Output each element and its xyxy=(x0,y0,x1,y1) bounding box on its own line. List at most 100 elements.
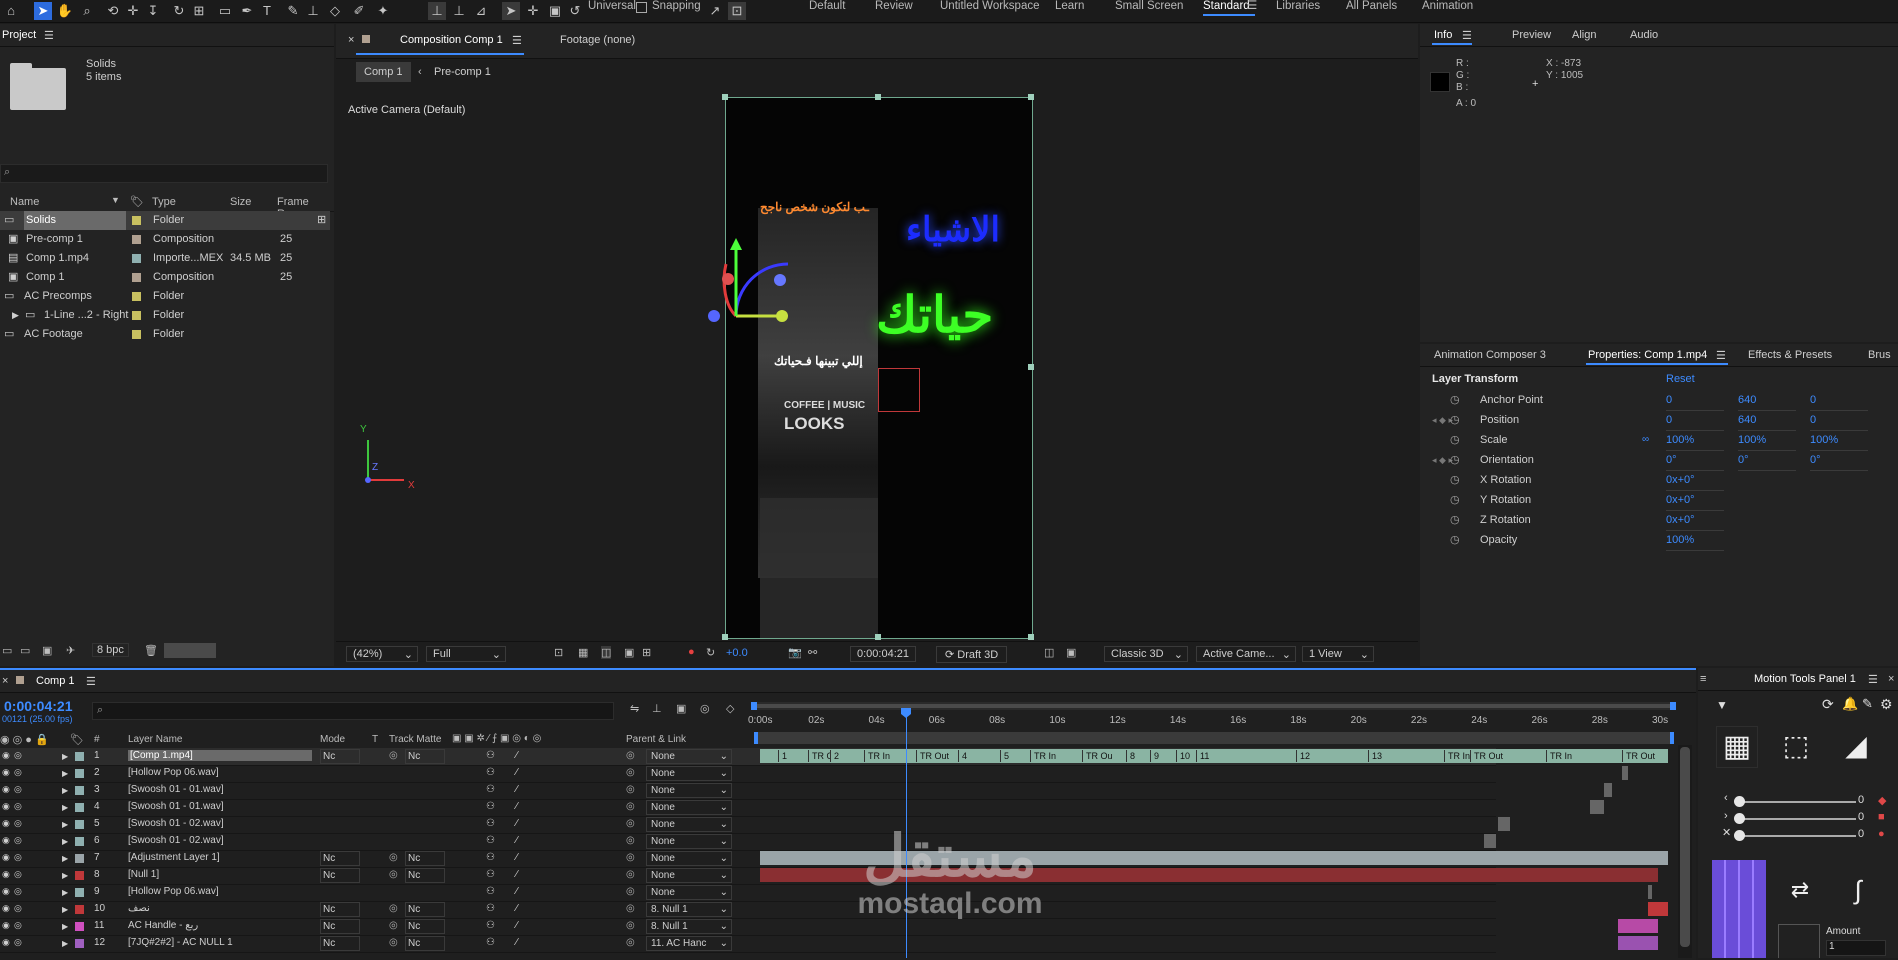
tab-preview[interactable]: Preview xyxy=(1512,29,1551,41)
circle-red-icon[interactable]: ● xyxy=(1878,828,1885,840)
video-visibility-icon[interactable]: ◉ xyxy=(2,937,10,948)
layer-label-swatch[interactable] xyxy=(75,820,84,829)
tab-audio[interactable]: Audio xyxy=(1630,29,1658,41)
project-menu-icon[interactable]: ☰ xyxy=(44,29,54,42)
layer-duration-bar[interactable] xyxy=(1648,885,1652,899)
layer-duration-bar[interactable] xyxy=(760,851,1668,865)
video-visibility-icon[interactable]: ◉ xyxy=(2,920,10,931)
audio-icon[interactable]: ◎ xyxy=(14,818,22,829)
col-track-matte[interactable]: Track Matte xyxy=(389,734,441,745)
parent-dropdown[interactable]: 8. Null 1 ⌄ xyxy=(646,902,732,917)
col-mode[interactable]: Mode xyxy=(320,734,345,745)
rotation-gizmo[interactable] xyxy=(686,238,826,354)
layer-label-swatch[interactable] xyxy=(75,922,84,931)
col-number[interactable]: # xyxy=(94,734,100,745)
puppet-tool-icon[interactable]: ✦ xyxy=(374,2,392,20)
tab-animation-composer[interactable]: Animation Composer 3 xyxy=(1434,349,1546,361)
close-tab-icon[interactable]: × xyxy=(2,675,8,687)
expand-arrow-icon[interactable]: ▶ xyxy=(62,871,68,880)
workspace-libraries[interactable]: Libraries xyxy=(1276,0,1320,12)
layer-marker[interactable]: 9 xyxy=(1150,750,1163,762)
snapshot-icon[interactable]: 📷 xyxy=(788,646,802,659)
project-item[interactable]: ▭ AC Precomps Folder xyxy=(0,287,330,306)
layer-marker[interactable]: TR Out xyxy=(1622,750,1659,762)
pick-whip-icon[interactable]: ◎ xyxy=(626,920,635,931)
table-row[interactable]: ◉ ◎ ▶ 2 [Hollow Pop 06.wav] ⚇ ∕ ◎ None ⌄ xyxy=(0,765,1628,783)
adjust-project-icon[interactable]: ✈ xyxy=(66,644,75,657)
layer-label-swatch[interactable] xyxy=(75,803,84,812)
col-name[interactable]: Name xyxy=(10,196,39,208)
layer-duration-bar[interactable] xyxy=(760,749,1668,763)
track-matte-icon[interactable]: ◎ xyxy=(389,920,398,931)
col-layer-name[interactable]: Layer Name xyxy=(128,734,182,745)
label-swatch[interactable] xyxy=(132,254,141,263)
comp-menu-icon[interactable]: ☰ xyxy=(512,34,522,47)
expand-arrow-icon[interactable]: ▶ xyxy=(62,769,68,778)
layer-marker[interactable]: TR Out xyxy=(916,750,953,762)
track-matte-icon[interactable]: ◎ xyxy=(389,869,398,880)
track-matte-icon[interactable]: ◎ xyxy=(389,852,398,863)
pick-whip-icon[interactable]: ◎ xyxy=(626,818,635,829)
label-column-icon[interactable]: 🏷 xyxy=(70,733,84,746)
slider-track[interactable] xyxy=(1738,818,1856,820)
chevron-left-icon[interactable]: ‹ xyxy=(1724,792,1728,804)
workspace-review[interactable]: Review xyxy=(875,0,913,12)
layer-duration-bar[interactable] xyxy=(1498,817,1510,831)
expand-arrow-icon[interactable]: ▶ xyxy=(12,306,19,325)
pick-whip-icon[interactable]: ◎ xyxy=(626,767,635,778)
audio-icon[interactable]: ◎ xyxy=(14,869,22,880)
project-item[interactable]: ▶ ▭ 1-Line ...2 - Right Folder xyxy=(0,306,330,325)
parent-dropdown[interactable]: None ⌄ xyxy=(646,834,732,849)
pan-tool-icon[interactable]: ✛ xyxy=(124,2,142,20)
hand-tool-icon[interactable]: ✋ xyxy=(56,2,74,20)
shy-icon[interactable]: ⚇ xyxy=(486,903,495,914)
layer-name[interactable]: [Swoosh 01 - 01.wav] xyxy=(128,784,224,795)
layer-marker[interactable]: 4 xyxy=(958,750,971,762)
layer-name[interactable]: [7JQ#2#2] - AC NULL 1 xyxy=(128,937,233,948)
interpret-footage-icon[interactable]: ▭ xyxy=(2,644,12,657)
layer-stack-icon[interactable] xyxy=(1778,924,1820,958)
motion-tools-title[interactable]: Motion Tools Panel 1 xyxy=(1754,673,1856,685)
guides-icon[interactable]: ▣ xyxy=(624,646,634,659)
orbit-tool-icon[interactable]: ⟲ xyxy=(104,2,122,20)
timeline-timecode[interactable]: 0:00:04:21 xyxy=(4,698,73,714)
axis-mode-label[interactable]: Universal xyxy=(588,0,636,12)
local-axis-icon[interactable]: ⊥ xyxy=(428,2,446,20)
link-layers-icon[interactable]: ⇄ xyxy=(1778,868,1822,912)
layer-name[interactable]: [Swoosh 01 - 02.wav] xyxy=(128,818,224,829)
quality-icon[interactable]: ∕ xyxy=(516,937,518,948)
table-row[interactable]: ◉ ◎ ▶ 11 AC Handle - ربع Nc ◎ Nc ⚇ ∕ ◎ 8. Null 1 ⌄ xyxy=(0,918,1658,936)
zoom-tool-icon[interactable]: ⌕ xyxy=(78,2,96,20)
tab-properties[interactable]: Properties: Comp 1.mp4 xyxy=(1588,349,1707,361)
label-swatch[interactable] xyxy=(132,292,141,301)
layer-label-swatch[interactable] xyxy=(75,871,84,880)
motion-tools-menu-icon[interactable]: ☰ xyxy=(1868,673,1878,686)
square-red-icon[interactable]: ■ xyxy=(1878,811,1885,823)
renderer-dropdown[interactable]: Classic 3D ⌄ xyxy=(1104,646,1188,662)
layer-name[interactable]: [Comp 1.mp4] xyxy=(128,750,312,761)
table-row[interactable]: ◉ ◎ ▶ 9 [Hollow Pop 06.wav] ⚇ ∕ ◎ None ⌄ xyxy=(0,884,1652,902)
parent-dropdown[interactable]: None ⌄ xyxy=(646,800,732,815)
comp-canvas[interactable]: ـب لتكون شخص ناجح الاشياء حياتك إللي تبي… xyxy=(722,94,1034,640)
composition-mini-flowchart-icon[interactable]: ⇋ xyxy=(630,702,639,715)
chevron-left-icon[interactable]: ‹ xyxy=(418,66,422,78)
reset-exposure-icon[interactable]: ↻ xyxy=(706,646,715,659)
property-value-2[interactable]: 640 xyxy=(1738,410,1796,431)
audio-icon[interactable]: ◎ xyxy=(14,784,22,795)
expand-arrow-icon[interactable]: ▶ xyxy=(62,803,68,812)
stopwatch-icon[interactable]: ◷ xyxy=(1450,530,1460,550)
layer-name[interactable]: [Hollow Pop 06.wav] xyxy=(128,886,219,897)
parent-dropdown[interactable]: None ⌄ xyxy=(646,817,732,832)
pick-whip-icon[interactable]: ◎ xyxy=(626,784,635,795)
brush-tool-icon[interactable]: ✎ xyxy=(284,2,302,20)
property-value-1[interactable]: 0 xyxy=(1666,390,1724,411)
dropdown-arrow-icon[interactable]: ▼ xyxy=(1716,698,1728,712)
footage-tab[interactable]: Footage (none) xyxy=(560,34,635,46)
slider-knob[interactable] xyxy=(1734,830,1745,841)
project-item[interactable]: ▣ Pre-comp 1 Composition 25 xyxy=(0,230,330,249)
slider-value[interactable]: 0 xyxy=(1858,811,1864,823)
new-folder-icon[interactable]: ▭ xyxy=(20,644,30,657)
property-value-1[interactable]: 0 xyxy=(1666,410,1724,431)
mode-dropdown[interactable]: Nc xyxy=(320,749,360,764)
video-visibility-icon[interactable]: ◉ xyxy=(2,886,10,897)
